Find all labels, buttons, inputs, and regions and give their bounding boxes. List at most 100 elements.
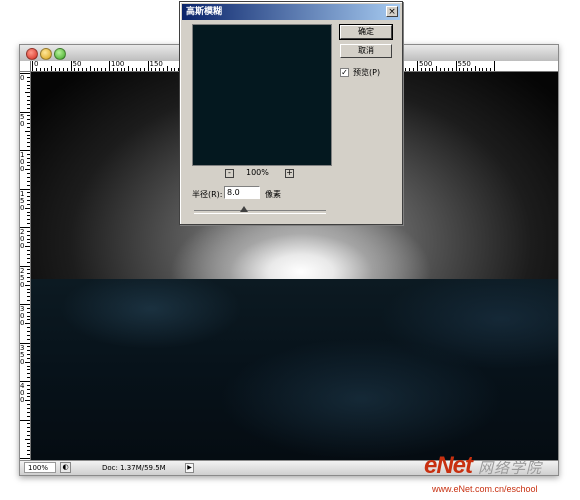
preview-checkbox[interactable]: ✓ <box>340 68 349 77</box>
ruler-v-tick <box>27 88 30 90</box>
ruler-v-tick <box>27 315 30 317</box>
radius-slider-thumb[interactable] <box>240 206 249 212</box>
ruler-v-tick <box>27 215 30 217</box>
ruler-h-tick <box>120 68 122 71</box>
ruler-v-tick <box>27 446 30 448</box>
ruler-h-tick <box>70 61 72 71</box>
ruler-v-tick <box>27 242 30 244</box>
ruler-v-tick <box>27 115 30 117</box>
ruler-v-tick <box>27 261 30 263</box>
ruler-v-tick <box>27 200 30 202</box>
zoom-out-button[interactable]: - <box>225 169 234 178</box>
status-arrow-icon[interactable]: ▶ <box>185 463 194 473</box>
vertical-ruler[interactable]: 0 50 100 150 200 250 300 350 400 <box>20 72 31 461</box>
ok-button[interactable]: 确定 <box>339 24 393 40</box>
zoom-in-button[interactable]: + <box>285 169 294 178</box>
ruler-v-tick <box>27 415 30 417</box>
ruler-h-tick <box>112 68 114 71</box>
ruler-v-tick <box>27 219 30 221</box>
ruler-v-tick <box>27 373 30 375</box>
ruler-v-tick <box>27 161 30 163</box>
ruler-v-tick <box>25 130 30 132</box>
ruler-v-tick <box>27 80 30 82</box>
close-window-button[interactable] <box>26 48 38 60</box>
ruler-h-tick <box>474 66 476 71</box>
ruler-v-tick <box>27 192 30 194</box>
ruler-h-tick <box>32 61 33 71</box>
ruler-v-tick <box>25 438 30 440</box>
ruler-v-tick <box>20 150 30 151</box>
ruler-v-tick <box>20 188 30 190</box>
blur-preview-window[interactable] <box>192 24 332 166</box>
radius-input[interactable]: 8.0 <box>224 186 260 199</box>
ruler-h-tick <box>93 68 95 71</box>
ruler-v-tick <box>27 273 30 275</box>
ruler-v-tick <box>27 392 30 394</box>
ruler-h-tick <box>132 68 134 71</box>
ruler-v-tick <box>27 173 30 175</box>
ruler-h-tick <box>151 68 153 71</box>
ruler-v-tick <box>27 292 30 294</box>
ruler-v-tick <box>27 96 30 98</box>
ruler-v-tick <box>27 165 30 167</box>
ruler-v-tick <box>27 84 30 86</box>
ruler-v-tick <box>27 450 30 452</box>
ruler-h-tick <box>55 68 57 71</box>
ruler-v-tick <box>27 76 30 78</box>
ruler-h-tick <box>443 68 445 71</box>
ruler-h-tick <box>109 61 110 71</box>
ruler-h-label: 500 <box>419 61 433 68</box>
ruler-origin[interactable] <box>20 61 31 72</box>
ruler-v-tick <box>27 411 30 413</box>
cancel-button[interactable]: 取消 <box>340 44 392 58</box>
close-icon[interactable]: × <box>386 6 398 17</box>
ruler-v-tick <box>25 361 30 363</box>
ruler-h-tick <box>78 68 80 71</box>
ruler-v-tick <box>20 458 30 459</box>
ruler-v-tick <box>27 288 30 290</box>
ruler-v-tick <box>27 257 30 259</box>
ruler-v-tick <box>25 284 30 286</box>
ruler-h-tick <box>143 68 145 71</box>
ruler-h-tick <box>159 68 161 71</box>
ruler-h-label: 550 <box>457 61 471 68</box>
ruler-v-tick <box>20 265 30 267</box>
ruler-v-tick <box>27 319 30 321</box>
ruler-h-tick <box>413 68 415 71</box>
ruler-v-tick <box>27 404 30 406</box>
ruler-v-tick <box>27 330 30 332</box>
ruler-v-tick <box>27 427 30 429</box>
ruler-h-tick <box>47 68 49 71</box>
ruler-h-label: 50 <box>72 61 82 68</box>
radius-slider-track[interactable] <box>194 210 326 214</box>
ruler-v-tick <box>20 419 30 421</box>
ruler-h-tick <box>135 68 137 71</box>
ruler-v-tick <box>27 211 30 213</box>
ruler-v-tick <box>27 442 30 444</box>
ruler-h-tick <box>478 68 480 71</box>
minimize-window-button[interactable] <box>40 48 52 60</box>
ruler-v-tick <box>27 388 30 390</box>
watermark-logo-text: eNet <box>424 452 473 479</box>
ruler-v-tick <box>27 354 30 356</box>
zoom-window-button[interactable] <box>54 48 66 60</box>
ruler-h-tick <box>139 68 141 71</box>
status-menu-icon[interactable]: ◐ <box>60 462 71 473</box>
radius-unit-label: 像素 <box>265 190 281 199</box>
preview-zoom-percent: 100% <box>246 168 269 177</box>
ruler-h-tick <box>105 68 107 71</box>
ruler-h-tick <box>97 68 99 71</box>
ruler-v-tick <box>27 454 30 456</box>
ruler-h-tick <box>447 68 449 71</box>
ruler-h-tick <box>417 61 418 71</box>
ruler-v-tick <box>25 169 30 171</box>
ruler-v-tick <box>27 334 30 336</box>
zoom-level-field[interactable]: 100% <box>24 462 56 473</box>
ruler-v-tick <box>27 338 30 340</box>
ruler-v-tick <box>27 300 30 302</box>
ruler-v-tick <box>27 346 30 348</box>
ruler-v-tick <box>27 407 30 409</box>
ruler-h-tick <box>35 68 37 71</box>
ruler-v-tick <box>27 396 30 398</box>
watermark-logo-cn: 网络学院 <box>478 460 543 477</box>
